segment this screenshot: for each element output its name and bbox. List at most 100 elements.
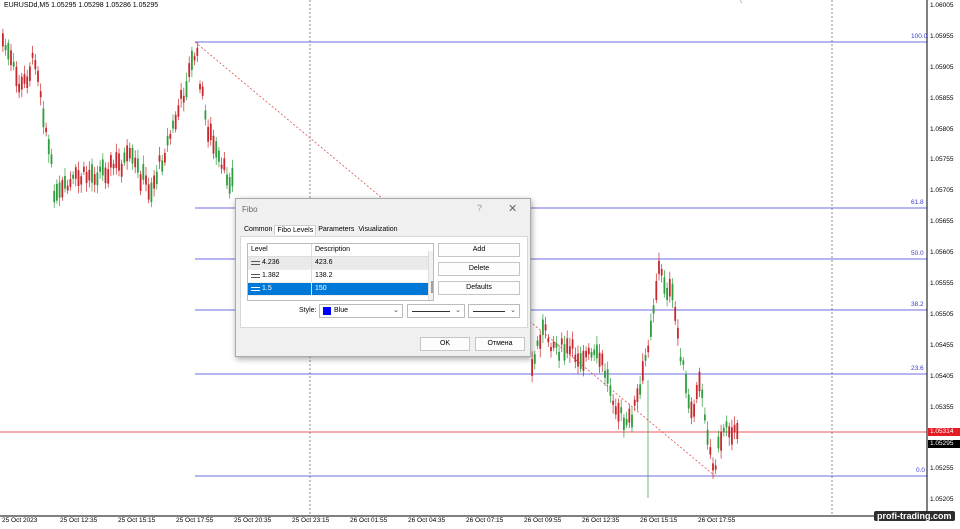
candle-body — [201, 86, 204, 96]
fibo-level-label: 38.2 — [911, 301, 924, 308]
add-button[interactable]: Add — [438, 243, 520, 257]
table-row[interactable]: 4.236 423.6 — [248, 257, 433, 270]
time-axis-label: 26 Oct 17:55 — [698, 517, 736, 524]
candle-body — [682, 360, 685, 365]
candle-body — [220, 164, 223, 169]
candle-body — [110, 155, 112, 168]
price-axis-label: 1.05605 — [930, 249, 954, 256]
tab-visualization[interactable]: Visualization — [356, 225, 399, 235]
level-lines-icon — [251, 260, 260, 266]
candle-body — [695, 385, 698, 399]
candle-body — [115, 152, 118, 168]
current-price-tag: 1.05295 — [928, 440, 960, 448]
candle-body — [722, 427, 725, 433]
level-value[interactable]: 1.5 — [262, 283, 272, 295]
bid-price-tag: 1.05314 — [928, 428, 960, 436]
candle-body — [212, 135, 215, 154]
time-axis-label: 25 Oct 23:15 — [292, 517, 330, 524]
candle-body — [628, 408, 631, 423]
price-axis-label: 1.05905 — [930, 64, 954, 71]
candle-body — [550, 346, 552, 352]
line-style-select[interactable]: ⌄ — [407, 304, 465, 318]
time-axis-label: 26 Oct 15:15 — [640, 517, 678, 524]
price-axis-label: 1.05855 — [930, 95, 954, 102]
price-axis-label: 1.05705 — [930, 187, 954, 194]
candle-body — [698, 371, 701, 392]
line-width-select[interactable]: ⌄ — [468, 304, 520, 318]
description-value[interactable]: 138.2 — [312, 270, 333, 282]
candle-body — [725, 421, 728, 428]
time-axis-label: 26 Oct 04:35 — [408, 517, 446, 524]
candle-body — [582, 350, 585, 371]
level-value[interactable]: 4.236 — [262, 257, 280, 269]
levels-table[interactable]: Level Description 4.236 423.6 1.382 138.… — [247, 243, 434, 301]
level-value[interactable]: 1.382 — [262, 270, 280, 282]
fibo-dialog[interactable]: Fibo ? ✕ Common Fibo Levels Parameters V… — [235, 198, 531, 357]
candle-body — [34, 59, 37, 70]
candle-body — [145, 175, 147, 185]
candle-body — [56, 183, 58, 201]
candle-body — [587, 347, 590, 355]
price-axis-label: 1.05455 — [930, 342, 954, 349]
candle-body — [531, 359, 533, 376]
candle-body — [112, 163, 115, 169]
candle-body — [690, 401, 693, 418]
candle-body — [123, 152, 126, 163]
delete-button[interactable]: Delete — [438, 262, 520, 276]
candle-body — [596, 344, 598, 359]
candle-body — [620, 407, 623, 414]
description-value[interactable]: 150 — [312, 283, 327, 295]
tab-common[interactable]: Common — [242, 225, 274, 235]
candle-body — [58, 182, 61, 198]
close-icon[interactable]: ✕ — [508, 202, 517, 215]
candle-body — [593, 349, 596, 355]
candle-body — [18, 83, 20, 93]
help-button[interactable]: ? — [477, 203, 482, 213]
candle-body — [639, 384, 641, 395]
candle-body — [574, 354, 577, 362]
candle-body — [188, 63, 191, 77]
line-width-sample — [473, 311, 505, 312]
dialog-title: Fibo — [242, 205, 258, 214]
defaults-button[interactable]: Defaults — [438, 281, 520, 295]
candle-body — [66, 185, 69, 191]
candle-body — [617, 402, 620, 422]
candle-body — [668, 278, 671, 297]
price-axis-label: 1.05355 — [930, 404, 954, 411]
candle-body — [606, 369, 609, 384]
price-axis-label: 1.05505 — [930, 311, 954, 318]
candle-body — [172, 120, 174, 129]
candle-body — [15, 66, 18, 87]
table-row-selected[interactable]: 1.5 150 — [248, 283, 433, 296]
candle-body — [701, 389, 704, 398]
candle-body — [169, 133, 172, 139]
watermark: profi-trading.com — [874, 511, 955, 521]
ok-button[interactable]: OK — [420, 337, 470, 351]
color-select[interactable]: Blue ⌄ — [319, 304, 403, 318]
candle-body — [218, 150, 220, 162]
candle-body — [12, 61, 15, 67]
tab-fibo-levels[interactable]: Fibo Levels — [274, 225, 317, 235]
candle-body — [107, 169, 110, 184]
table-row[interactable]: 1.382 138.2 — [248, 270, 433, 283]
candle-body — [590, 351, 593, 358]
candle-body — [204, 110, 207, 120]
cancel-button[interactable]: Отмена — [475, 337, 525, 351]
candle-body — [539, 334, 542, 349]
candle-body — [731, 427, 733, 445]
candle-body — [10, 50, 12, 66]
candle-body — [69, 179, 72, 187]
tab-parameters[interactable]: Parameters — [316, 225, 356, 235]
table-scrollbar[interactable] — [428, 251, 433, 300]
candle-body — [604, 370, 606, 378]
fibo-levels-panel: Level Description 4.236 423.6 1.382 138.… — [240, 236, 528, 328]
candle-body — [199, 83, 201, 90]
chevron-down-icon: ⌄ — [510, 307, 516, 314]
description-value[interactable]: 423.6 — [312, 257, 333, 269]
scroll-thumb[interactable] — [431, 281, 433, 293]
candle-body — [566, 338, 569, 354]
candle-body — [687, 394, 690, 409]
fibo-level-label: 61.8 — [911, 199, 924, 206]
candle-body — [120, 163, 123, 177]
candle-body — [39, 91, 42, 98]
